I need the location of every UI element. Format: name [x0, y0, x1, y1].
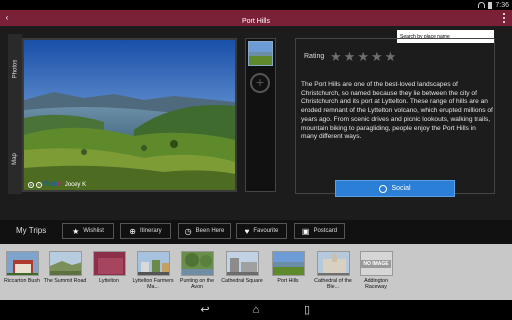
star-icon[interactable]: ★: [385, 50, 397, 63]
overflow-menu-icon[interactable]: [502, 13, 506, 23]
system-nav-bar: ↩ ⌂ ▯: [0, 300, 512, 320]
favourite-button[interactable]: ♥ Favourite: [236, 223, 287, 239]
thumbnail-strip: +: [245, 38, 276, 192]
gallery-item[interactable]: Cathedral Square: [221, 251, 263, 284]
favourite-label: Favourite: [253, 228, 279, 234]
gallery-item[interactable]: Cathedral of the Ble...: [313, 251, 353, 290]
status-icons: 7:36: [478, 0, 509, 10]
postcard-button[interactable]: ▣ Postcard: [294, 223, 345, 239]
wishlist-button[interactable]: ★ Wishlist: [62, 223, 114, 239]
gallery-item[interactable]: Lyttelton: [89, 251, 129, 284]
gallery-item[interactable]: The Summit Road: [43, 251, 87, 284]
gallery-thumbnail: [5, 251, 39, 276]
gallery-item[interactable]: Port Hills: [268, 251, 308, 284]
battery-icon: [488, 1, 493, 9]
star-icon[interactable]: ★: [357, 50, 369, 63]
heart-icon: ♥: [244, 226, 250, 236]
gallery-item[interactable]: Riccarton Bush: [2, 251, 42, 284]
globe-icon: [379, 184, 388, 193]
tab-photos[interactable]: Photos: [8, 34, 22, 104]
gallery-item-label: Punting on the Avon: [179, 278, 215, 290]
my-trips-bar: My Trips ★ Wishlist ⊕ Itinerary ◷ Been H…: [0, 220, 512, 244]
social-button[interactable]: Social: [335, 180, 455, 197]
star-icon[interactable]: ★: [371, 50, 383, 63]
social-button-label: Social: [391, 185, 411, 192]
tab-photos-label: Photos: [12, 59, 18, 79]
gallery-item[interactable]: NO IMAGE Addington Raceway: [356, 251, 396, 290]
photo-credit: c i flickr Jocey K: [28, 181, 86, 188]
gallery-item-label: Lyttelton Farmers Ma...: [132, 278, 174, 290]
photo-thumbnail[interactable]: [248, 41, 273, 66]
flickr-logo: flickr: [44, 181, 61, 188]
gallery-thumbnail: [48, 251, 82, 276]
postcard-label: Postcard: [313, 228, 338, 234]
place-detail: Photos Map: [0, 26, 512, 220]
cc-icon: c: [28, 181, 34, 188]
wishlist-label: Wishlist: [83, 228, 104, 234]
gallery-thumbnail: [136, 251, 170, 276]
gallery-item-label: Cathedral Square: [221, 278, 263, 284]
gallery-item-label: Cathedral of the Ble...: [314, 278, 352, 290]
gallery-thumbnail: [271, 251, 305, 276]
gallery-item-label: Addington Raceway: [364, 278, 388, 290]
gallery-thumbnail: [316, 251, 350, 276]
status-bar: 7:36: [0, 0, 512, 10]
rating-stars[interactable]: ★ ★ ★ ★ ★: [330, 50, 396, 63]
been-here-label: Been Here: [195, 228, 225, 234]
gallery-item-label: Lyttelton: [99, 278, 119, 284]
rating-label: Rating: [304, 53, 325, 60]
place-description: The Port Hills are one of the best-loved…: [301, 81, 493, 141]
gallery-thumbnail: [180, 251, 214, 276]
nav-back-icon[interactable]: ↩: [198, 303, 212, 317]
back-icon[interactable]: ‹: [3, 14, 11, 22]
photo-frame: c i flickr Jocey K: [22, 38, 237, 192]
nav-recents-icon[interactable]: ▯: [300, 303, 314, 317]
my-trips-label: My Trips: [16, 226, 47, 235]
main-photo[interactable]: c i flickr Jocey K: [24, 40, 235, 190]
gallery-item[interactable]: Punting on the Avon: [177, 251, 217, 290]
nav-home-icon[interactable]: ⌂: [249, 303, 263, 317]
star-icon[interactable]: ★: [330, 50, 342, 63]
postcard-icon: ▣: [301, 226, 310, 236]
gallery-item-label: Riccarton Bush: [4, 278, 40, 284]
been-here-button[interactable]: ◷ Been Here: [178, 223, 231, 239]
places-gallery: Riccarton Bush The Summit Road Lyttelton…: [0, 244, 512, 300]
photo-author: Jocey K: [64, 181, 87, 188]
wifi-icon: [478, 2, 486, 8]
attribution-icon: i: [36, 181, 42, 188]
tab-map[interactable]: Map: [8, 124, 22, 194]
title-bar: ‹ Port Hills: [0, 10, 512, 26]
tab-map-label: Map: [11, 153, 18, 165]
gallery-thumbnail: [92, 251, 126, 276]
itinerary-label: Itinerary: [140, 228, 162, 234]
gallery-thumbnail: [225, 251, 259, 276]
side-tabs: Photos Map: [8, 34, 27, 194]
clock-icon: ◷: [184, 226, 192, 236]
no-image-text: NO IMAGE: [361, 259, 391, 268]
gallery-item-label: Port Hills: [277, 278, 299, 284]
plus-circle-icon: ⊕: [129, 226, 136, 236]
add-photo-icon[interactable]: +: [250, 73, 270, 93]
detail-panel: Rating ★ ★ ★ ★ ★ The Port Hills are one …: [295, 38, 495, 194]
status-time: 7:36: [495, 1, 509, 9]
star-icon: ★: [72, 226, 80, 236]
star-icon[interactable]: ★: [344, 50, 356, 63]
gallery-thumbnail: NO IMAGE: [359, 251, 393, 276]
page-title: Port Hills: [241, 18, 270, 25]
gallery-item[interactable]: Lyttelton Farmers Ma...: [132, 251, 174, 290]
itinerary-button[interactable]: ⊕ Itinerary: [120, 223, 171, 239]
gallery-item-label: The Summit Road: [43, 278, 87, 284]
